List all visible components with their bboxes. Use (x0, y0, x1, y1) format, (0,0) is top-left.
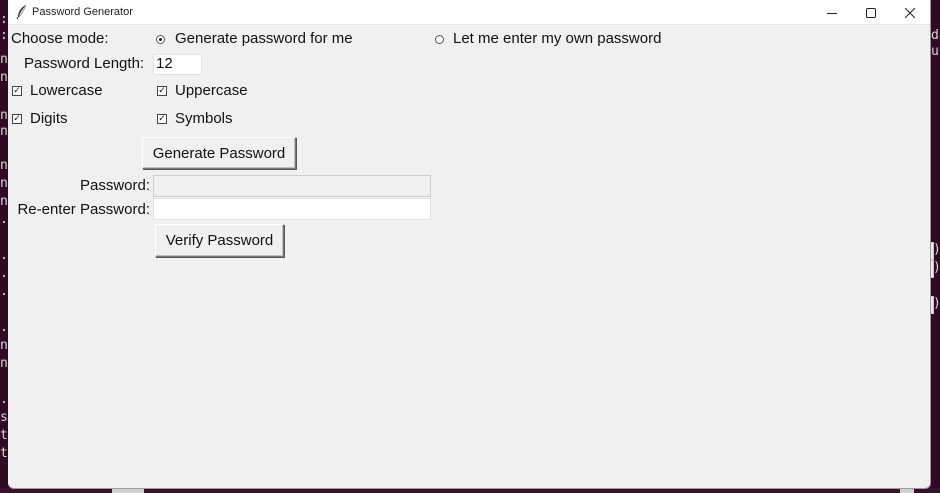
minimize-icon (827, 3, 837, 22)
terminal-text: t (0, 428, 8, 443)
password-length-label: Password Length: (24, 55, 145, 72)
terminal-text: n (0, 124, 8, 139)
terminal-text: n (0, 158, 8, 173)
terminal-text: n (0, 70, 8, 85)
terminal-text: n (0, 52, 8, 67)
terminal-text: ) (933, 242, 940, 258)
maximize-button[interactable] (851, 0, 891, 24)
terminal-text: . (0, 266, 8, 281)
close-icon (904, 3, 916, 22)
terminal-text: . (0, 248, 8, 263)
uppercase-checkbox-box[interactable]: ✓ (157, 86, 167, 96)
radio-own-indicator[interactable] (435, 35, 444, 44)
terminal-text: n (0, 356, 8, 371)
terminal-text: . (0, 212, 8, 227)
terminal-text: t (0, 446, 8, 461)
terminal-text: n (0, 108, 8, 123)
terminal-text: ) (933, 260, 940, 276)
generate-password-button[interactable]: Generate Password (142, 137, 296, 169)
password-length-input[interactable]: 12 (153, 54, 202, 75)
terminal-text: n (0, 338, 8, 353)
window-title: Password Generator (32, 6, 133, 18)
close-button[interactable] (890, 0, 930, 24)
password-label: Password: (79, 177, 150, 194)
minimize-button[interactable] (812, 0, 852, 24)
symbols-checkbox-box[interactable]: ✓ (157, 114, 167, 124)
terminal-text: da (931, 28, 940, 43)
reenter-password-label: Re-enter Password: (17, 201, 150, 218)
symbols-label[interactable]: Symbols (175, 110, 233, 128)
maximize-icon (866, 3, 876, 22)
radio-generate-label[interactable]: Generate password for me (175, 30, 353, 48)
radio-own-label[interactable]: Let me enter my own password (453, 30, 661, 48)
digits-checkbox-box[interactable]: ✓ (12, 114, 22, 124)
password-generator-window: Password Generator Choose mode: Generate… (8, 0, 931, 489)
verify-password-button[interactable]: Verify Password (155, 224, 284, 257)
terminal-text: ) (933, 296, 940, 312)
terminal-text: : (0, 28, 8, 43)
reenter-password-field[interactable] (153, 198, 431, 220)
terminal-text: s (0, 410, 8, 425)
terminal-text: . (0, 392, 8, 407)
title-bar[interactable]: Password Generator (8, 0, 930, 25)
radio-generate-indicator[interactable] (156, 35, 165, 44)
terminal-text: . (0, 320, 8, 335)
password-field[interactable] (153, 175, 431, 197)
uppercase-label[interactable]: Uppercase (175, 82, 248, 100)
terminal-text: n (0, 176, 8, 191)
terminal-text: : (0, 12, 8, 27)
digits-label[interactable]: Digits (30, 110, 68, 128)
lowercase-checkbox-box[interactable]: ✓ (12, 86, 22, 96)
feather-icon (15, 4, 29, 20)
terminal-text: up (931, 44, 940, 59)
terminal-text: . (0, 284, 8, 299)
terminal-text: n (0, 194, 8, 209)
lowercase-label[interactable]: Lowercase (30, 82, 103, 100)
choose-mode-label: Choose mode: (11, 30, 109, 47)
